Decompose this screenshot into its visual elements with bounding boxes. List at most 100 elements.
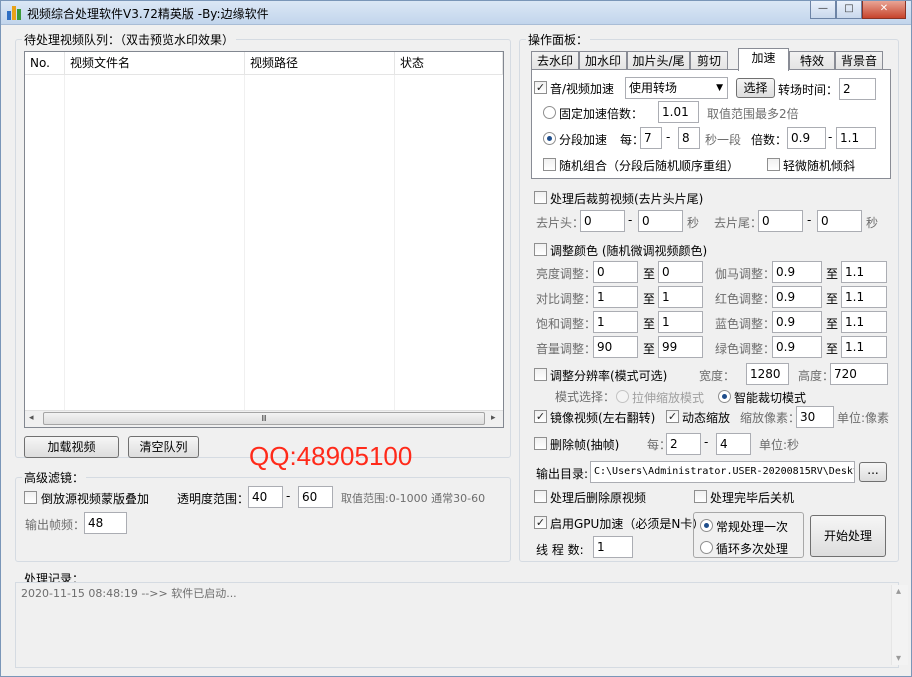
column-header-filename[interactable]: 视频文件名 [65,52,245,75]
blue-min-input[interactable]: 0.9 [772,311,822,333]
color-enable-checkbox[interactable] [534,243,547,256]
log-vertical-scrollbar[interactable]: ▴ ▾ [891,585,908,665]
clear-queue-button[interactable]: 清空队列 [128,436,199,458]
green-max-input[interactable]: 1.1 [841,336,887,358]
delete-source-checkbox[interactable] [534,490,547,503]
speed-enable-label: 音/视频加速 [550,82,615,96]
fixed-speed-input[interactable]: 1.01 [658,101,699,123]
shutdown-checkbox[interactable] [694,490,707,503]
fps-input[interactable]: 48 [84,512,127,534]
segment-speed-radio[interactable] [543,132,556,145]
tab-remove-watermark[interactable]: 去水印 [531,51,579,70]
select-transition-button[interactable]: 选择 [736,78,775,98]
drop-min-input[interactable]: 2 [666,433,701,455]
drop-frame-checkbox[interactable] [534,437,547,450]
volume-max-input[interactable]: 99 [658,336,703,358]
resolution-enable-checkbox[interactable] [534,368,547,381]
ratio-min-input[interactable]: 0.9 [787,127,826,149]
transition-select[interactable]: 使用转场 ▼ [625,77,728,99]
to-label: 至 [643,292,656,306]
gamma-max-input[interactable]: 1.1 [841,261,887,283]
brightness-max-input[interactable]: 0 [658,261,703,283]
contrast-max-input[interactable]: 1 [658,286,703,308]
width-input[interactable]: 1280 [746,363,789,385]
column-header-path[interactable]: 视频路径 [245,52,395,75]
speed-enable-checkbox[interactable]: ✓ [534,81,547,94]
reverse-overlay-label: 倒放源视频蒙版叠加 [41,492,150,506]
dynamic-zoom-checkbox[interactable]: ✓ [666,410,679,423]
ratio-max-input[interactable]: 1.1 [836,127,876,149]
opacity-min-input[interactable]: 40 [248,486,283,508]
ratio-label: 倍数： [751,133,788,147]
tab-effects[interactable]: 特效 [789,51,835,70]
segment-min-input[interactable]: 7 [640,127,662,149]
normal-once-radio[interactable] [700,519,713,532]
threads-input[interactable]: 1 [593,536,633,558]
scroll-up-icon[interactable]: ▴ [896,586,901,597]
scroll-thumb[interactable]: Ⅲ [43,412,485,425]
crop-mode-radio[interactable] [718,390,731,403]
trim-tail-max-input[interactable]: 0 [817,210,862,232]
trim-head-min-input[interactable]: 0 [580,210,625,232]
drop-max-input[interactable]: 4 [716,433,751,455]
red-max-input[interactable]: 1.1 [841,286,887,308]
red-min-input[interactable]: 0.9 [772,286,822,308]
tab-add-watermark[interactable]: 加水印 [579,51,627,70]
height-input[interactable]: 720 [830,363,888,385]
dash-label: - [807,213,812,227]
tab-intro-outro[interactable]: 加片头/尾 [627,51,690,70]
scroll-down-icon[interactable]: ▾ [896,653,901,664]
title-bar[interactable]: 视频综合处理软件V3.72精英版 -By:边缘软件 — □ ✕ [1,1,911,25]
trim-tail-min-input[interactable]: 0 [758,210,803,232]
dash-label: - [666,130,671,144]
scroll-right-icon[interactable]: ▸ [491,413,496,423]
height-label: 高度： [798,369,835,383]
output-dir-input[interactable]: C:\Users\Administrator.USER-20200815RV\D… [590,461,855,483]
width-label: 宽度： [699,369,736,383]
fps-label: 输出帧频： [25,518,86,532]
start-process-button[interactable]: 开始处理 [810,515,886,557]
green-min-input[interactable]: 0.9 [772,336,822,358]
trim-enable-checkbox[interactable] [534,191,547,204]
trim-head-max-input[interactable]: 0 [638,210,683,232]
column-header-status[interactable]: 状态 [395,52,503,75]
close-button[interactable]: ✕ [862,1,906,19]
tab-bgm[interactable]: 背景音 [835,51,883,70]
tab-speed[interactable]: 加速 [738,48,789,71]
segment-max-input[interactable]: 8 [678,127,700,149]
slight-tilt-checkbox[interactable] [767,158,780,171]
reverse-overlay-checkbox[interactable] [24,491,37,504]
load-video-button[interactable]: 加载视频 [24,436,119,458]
video-queue-list[interactable]: No. 视频文件名 视频路径 状态 ◂ Ⅲ ▸ [24,51,504,428]
saturation-min-input[interactable]: 1 [593,311,638,333]
transition-time-input[interactable]: 2 [839,78,876,100]
saturation-max-input[interactable]: 1 [658,311,703,333]
seconds-label: 秒 [866,216,879,230]
zoom-pixels-input[interactable]: 30 [796,406,834,428]
contrast-min-input[interactable]: 1 [593,286,638,308]
brightness-min-input[interactable]: 0 [593,261,638,283]
gamma-min-input[interactable]: 0.9 [772,261,822,283]
horizontal-scrollbar[interactable]: ◂ Ⅲ ▸ [25,410,503,427]
log-line: 2020-11-15 08:48:19 -->> 软件已启动... [21,587,237,600]
zoom-pixels-label: 缩放像素： [740,411,801,425]
volume-min-input[interactable]: 90 [593,336,638,358]
app-icon [7,6,22,20]
fixed-speed-radio[interactable] [543,106,556,119]
minimize-button[interactable]: — [810,1,836,19]
mirror-checkbox[interactable]: ✓ [534,410,547,423]
dash-label: - [828,130,833,144]
opacity-max-input[interactable]: 60 [298,486,333,508]
browse-button[interactable]: ... [859,462,887,482]
color-enable-label: 调整颜色 (随机微调视频颜色) [550,244,708,258]
scroll-left-icon[interactable]: ◂ [29,413,34,423]
tab-cut[interactable]: 剪切 [690,51,728,70]
blue-max-input[interactable]: 1.1 [841,311,887,333]
stretch-mode-radio[interactable] [616,390,629,403]
column-header-no[interactable]: No. [25,52,65,75]
random-combine-checkbox[interactable] [543,158,556,171]
gpu-checkbox[interactable]: ✓ [534,516,547,529]
loop-multi-radio[interactable] [700,541,713,554]
fixed-speed-hint: 取值范围最多2倍 [707,107,799,121]
maximize-button[interactable]: □ [836,1,862,19]
